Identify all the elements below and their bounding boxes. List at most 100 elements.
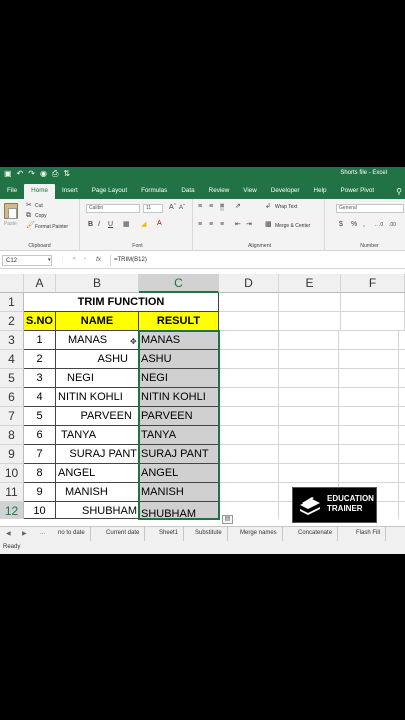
align-top-icon[interactable]: ≡	[198, 203, 202, 211]
format-painter-button[interactable]: Format Painter	[35, 224, 68, 230]
cell-f2[interactable]	[341, 312, 405, 331]
cancel-icon[interactable]: ✕	[72, 256, 76, 262]
cell-name[interactable]: ASHU	[56, 350, 139, 369]
bold-icon[interactable]: B	[88, 221, 93, 229]
redo-icon[interactable]: ↷	[28, 169, 35, 179]
name-box-dropdown-icon[interactable]: ▾	[48, 257, 51, 263]
number-format-select[interactable]: General	[336, 204, 404, 213]
header-name[interactable]: NAME	[56, 312, 139, 331]
sheet-tab[interactable]: Concatenate	[293, 527, 339, 541]
cell-name[interactable]: NEGI	[56, 369, 139, 388]
cell-result[interactable]: ASHU	[139, 350, 219, 369]
comma-icon[interactable]: ,	[363, 221, 365, 229]
font-color-icon[interactable]: A	[157, 220, 162, 228]
cut-button[interactable]: Cut	[35, 203, 43, 209]
row-header-4[interactable]: 4	[0, 350, 24, 369]
scroll-left-icon[interactable]: ◀	[6, 530, 11, 537]
cell-sno[interactable]: 1	[24, 331, 56, 350]
cell-sno[interactable]: 3	[24, 369, 56, 388]
sheet-tab[interactable]: Flash Fill	[351, 527, 387, 541]
formula-input[interactable]: =TRIM(B12)	[110, 255, 403, 266]
merge-center-button[interactable]: Merge & Center	[275, 223, 310, 229]
cell-sno[interactable]: 7	[24, 445, 56, 464]
increase-indent-icon[interactable]: ⇥	[246, 221, 252, 229]
cell-e2[interactable]	[279, 312, 341, 331]
title-cell[interactable]: TRIM FUNCTION	[24, 293, 219, 312]
grow-font-icon[interactable]: Aˆ	[169, 204, 176, 212]
row-header-7[interactable]: 7	[0, 407, 24, 426]
cell-d1[interactable]	[219, 293, 279, 312]
scissors-icon[interactable]: ✂	[26, 202, 32, 210]
cell-name[interactable]: MANISH	[56, 483, 139, 502]
lightbulb-icon[interactable]: ⚲	[396, 185, 405, 199]
tab-insert[interactable]: Insert	[55, 184, 85, 199]
print-icon[interactable]: ⎙	[52, 169, 58, 179]
underline-icon[interactable]: U	[108, 221, 113, 229]
cell-name[interactable]: SHUBHAM	[56, 502, 139, 519]
fill-color-icon[interactable]: ◢	[141, 221, 146, 229]
cell-sno[interactable]: 2	[24, 350, 56, 369]
camera-icon[interactable]: ◉	[40, 169, 47, 179]
sheet-tab[interactable]: Merge names	[235, 527, 283, 541]
cell-sno[interactable]: 4	[24, 388, 56, 407]
row-header-12[interactable]: 12	[0, 502, 24, 519]
header-sno[interactable]: S.NO	[24, 312, 56, 331]
merge-icon[interactable]: ▩	[265, 221, 272, 229]
tab-view[interactable]: View	[236, 184, 264, 199]
font-name-select[interactable]: Calibri	[86, 204, 140, 213]
tab-review[interactable]: Review	[202, 184, 237, 199]
paste-options-icon[interactable]: ▤	[222, 515, 233, 524]
tab-home[interactable]: Home	[24, 184, 55, 199]
cell-result[interactable]: NEGI	[139, 369, 219, 388]
row-header-3[interactable]: 3	[0, 331, 24, 350]
row-header-10[interactable]: 10	[0, 464, 24, 483]
cell-d2[interactable]	[219, 312, 279, 331]
tab-developer[interactable]: Developer	[264, 184, 307, 199]
row-header-5[interactable]: 5	[0, 369, 24, 388]
insert-function-icon[interactable]: fx	[96, 256, 101, 263]
paste-icon[interactable]	[4, 203, 18, 219]
format-painter-icon[interactable]: 🖌	[26, 222, 35, 230]
sheet-tab[interactable]: Sheet1	[154, 527, 185, 541]
cell-result[interactable]: ANGEL	[139, 464, 219, 483]
cell-f1[interactable]	[341, 293, 405, 312]
name-box[interactable]: C12	[2, 255, 52, 266]
cell-name[interactable]: TANYA	[56, 426, 139, 445]
cell-name[interactable]: PARVEEN	[56, 407, 139, 426]
cell-sno[interactable]: 9	[24, 483, 56, 502]
font-size-select[interactable]: 11	[143, 204, 163, 213]
percent-icon[interactable]: %	[351, 221, 357, 229]
orientation-icon[interactable]: ⇗	[235, 203, 241, 211]
row-header-1[interactable]: 1	[0, 293, 24, 312]
tab-page-layout[interactable]: Page Layout	[85, 184, 134, 199]
cell-result-active[interactable]: SHUBHAM	[139, 502, 219, 519]
cell-name[interactable]: MANAS	[56, 331, 139, 350]
align-bottom-icon[interactable]: ≡	[220, 203, 225, 211]
increase-decimal-icon[interactable]: ←.0	[374, 221, 383, 229]
cell-sno[interactable]: 8	[24, 464, 56, 483]
decrease-indent-icon[interactable]: ⇤	[235, 221, 241, 229]
column-header-a[interactable]: A	[24, 274, 56, 293]
cell-result[interactable]: MANAS	[139, 331, 219, 350]
more-sheets[interactable]: ...	[40, 530, 45, 536]
tab-help[interactable]: Help	[307, 184, 334, 199]
sheet-tab[interactable]: Current date	[101, 527, 146, 541]
tab-data[interactable]: Data	[174, 184, 201, 199]
column-header-f[interactable]: F	[341, 274, 405, 293]
cell-result[interactable]: PARVEEN	[139, 407, 219, 426]
header-result[interactable]: RESULT	[139, 312, 219, 331]
select-all-corner[interactable]	[0, 274, 24, 293]
row-header-11[interactable]: 11	[0, 483, 24, 502]
enter-icon[interactable]: ✓	[83, 256, 87, 262]
currency-icon[interactable]: $	[339, 221, 343, 229]
copy-icon[interactable]: ⧉	[26, 212, 31, 220]
column-header-c[interactable]: C	[139, 274, 219, 293]
cell-sno[interactable]: 6	[24, 426, 56, 445]
cell-result[interactable]: SURAJ PANT	[139, 445, 219, 464]
wrap-text-icon[interactable]: ↲	[265, 203, 271, 211]
cell-name[interactable]: SURAJ PANT	[56, 445, 139, 464]
tab-power-pivot[interactable]: Power Pivot	[334, 184, 382, 199]
column-header-d[interactable]: D	[219, 274, 279, 293]
tab-file[interactable]: File	[0, 184, 24, 199]
paste-label[interactable]: Paste	[4, 221, 17, 227]
